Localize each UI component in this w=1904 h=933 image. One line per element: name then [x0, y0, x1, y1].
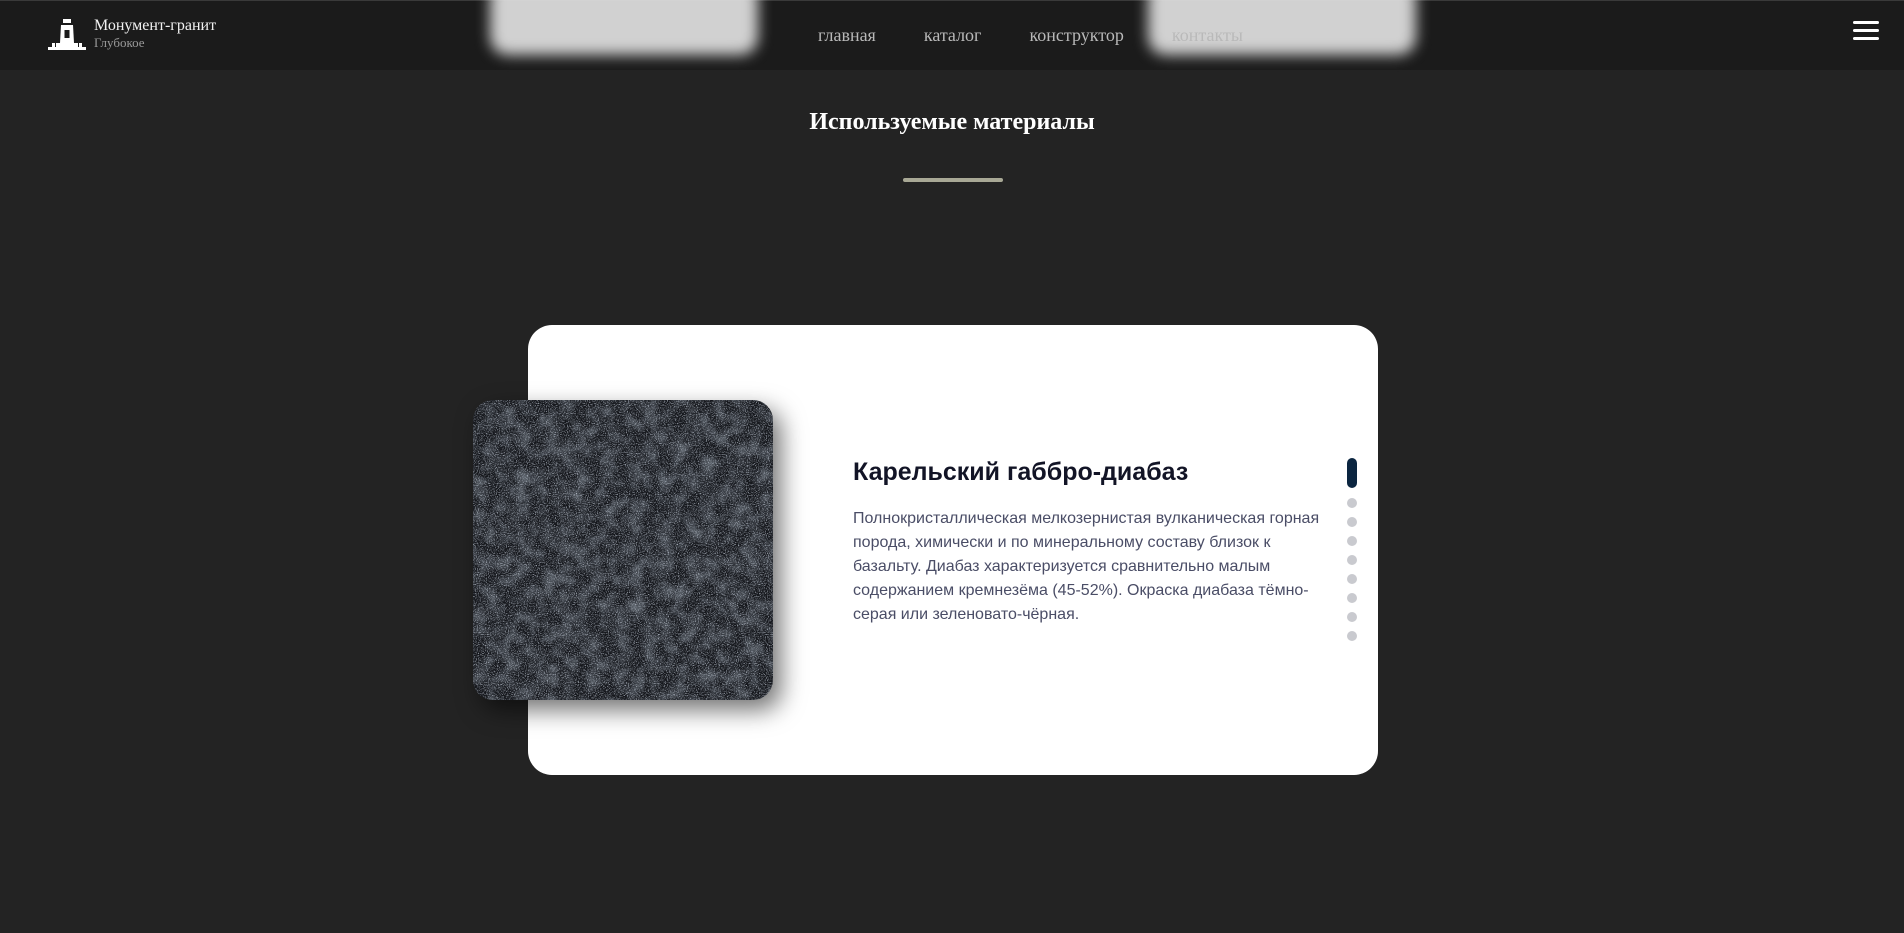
slider-pagination	[1347, 458, 1357, 650]
site-header: Монумент-гранит Глубокое главная каталог…	[0, 0, 1904, 70]
pagination-dot-2[interactable]	[1347, 498, 1357, 508]
pagination-dot-7[interactable]	[1347, 593, 1357, 603]
main-nav: главная каталог конструктор контакты	[818, 25, 1243, 46]
pagination-dot-4[interactable]	[1347, 536, 1357, 546]
hamburger-line	[1853, 29, 1879, 32]
pagination-dot-8[interactable]	[1347, 612, 1357, 622]
pagination-dot-9[interactable]	[1347, 631, 1357, 641]
brand-name: Монумент-гранит	[94, 17, 217, 34]
material-title: Карельский габбро-диабаз	[853, 458, 1189, 486]
nav-link-home[interactable]: главная	[818, 25, 876, 46]
nav-link-constructor[interactable]: конструктор	[1029, 25, 1123, 46]
pagination-dot-6[interactable]	[1347, 574, 1357, 584]
hamburger-line	[1853, 37, 1879, 40]
material-description: Полнокристаллическая мелкозернистая вулк…	[853, 510, 1320, 623]
monument-logo-icon[interactable]	[46, 17, 88, 55]
nav-link-catalog[interactable]: каталог	[924, 25, 982, 46]
title-underline	[903, 178, 1003, 182]
pagination-dot-1[interactable]	[1347, 458, 1357, 488]
brand-subtitle: Глубокое	[94, 35, 145, 50]
section-title: Используемые материалы	[809, 109, 1095, 135]
brand[interactable]: Монумент-гранит Глубокое	[94, 17, 216, 51]
pagination-dot-5[interactable]	[1347, 555, 1357, 565]
hamburger-icon[interactable]	[1853, 21, 1879, 43]
hamburger-line	[1853, 21, 1879, 24]
nav-link-contacts[interactable]: контакты	[1172, 25, 1243, 46]
granite-stone-image	[473, 400, 773, 700]
blurred-card-left	[490, 0, 758, 55]
pagination-dot-3[interactable]	[1347, 517, 1357, 527]
granite-texture	[473, 400, 773, 700]
